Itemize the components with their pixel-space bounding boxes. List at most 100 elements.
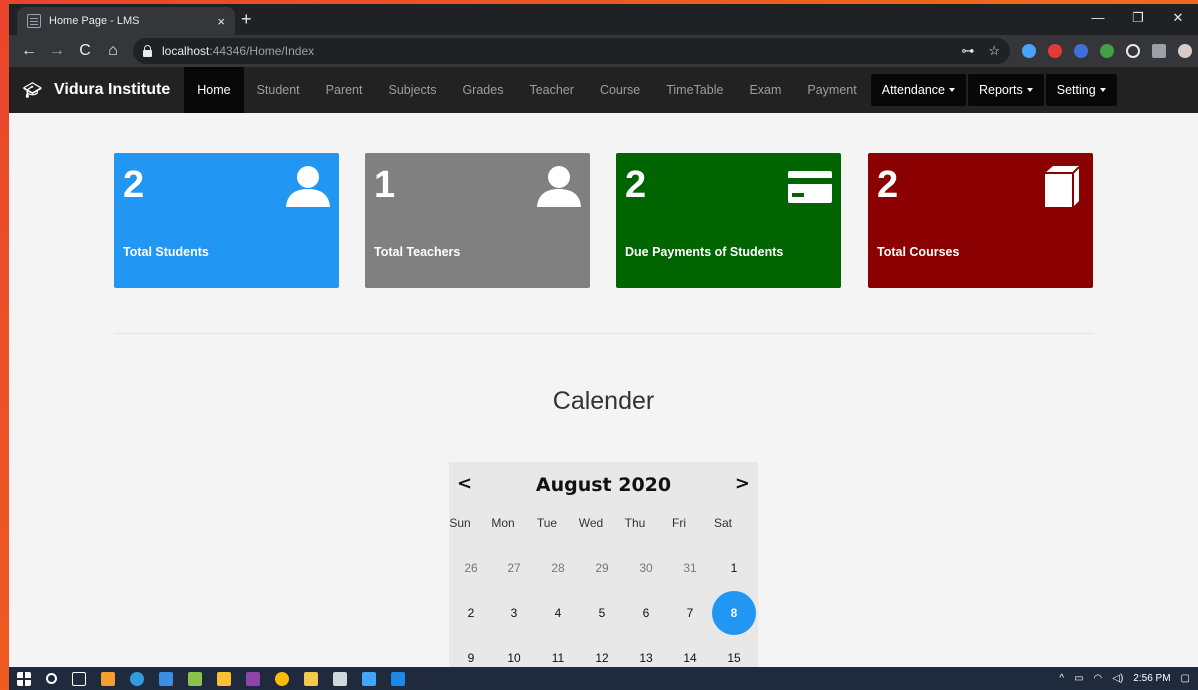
tab-title: Home Page - LMS	[49, 15, 140, 27]
nav-attendance-dropdown[interactable]: Attendance	[870, 74, 966, 106]
url-bar[interactable]: localhost:44346/Home/Index ⊶ ☆	[133, 38, 1010, 64]
minimize-button[interactable]: —	[1078, 4, 1118, 35]
calendar-day[interactable]: 28	[536, 561, 580, 575]
sticky-notes-icon[interactable]	[217, 671, 231, 686]
chevron-up-icon[interactable]: ^	[1059, 673, 1064, 684]
cloud-extension-icon[interactable]	[1022, 44, 1036, 58]
browser-tab[interactable]: Home Page - LMS ×	[17, 7, 235, 35]
nav-student[interactable]: Student	[244, 67, 313, 113]
windows-start-icon[interactable]	[17, 671, 31, 686]
calendar-header: < August 2020 >	[449, 462, 758, 508]
app-icon[interactable]	[391, 671, 405, 686]
adblock-extension-icon[interactable]	[1048, 44, 1062, 58]
calendar-day[interactable]: 14	[668, 651, 712, 665]
page-favicon-icon	[27, 14, 41, 28]
user-icon	[537, 166, 581, 207]
weekday-label: Fri	[672, 516, 686, 530]
calendar-day-today[interactable]: 8	[712, 591, 756, 635]
card-value: 1	[374, 164, 396, 206]
visual-studio-icon[interactable]	[246, 671, 260, 686]
calendar-title: Calender	[552, 387, 655, 415]
calendar-day[interactable]: 13	[624, 651, 668, 665]
close-window-button[interactable]: ✕	[1158, 4, 1198, 35]
total-students-card[interactable]: 2 Total Students	[114, 153, 339, 288]
restore-button[interactable]: ❐	[1118, 4, 1158, 35]
site-navbar: 🎓︎ Vidura Institute Home Student Parent …	[9, 67, 1198, 113]
url-path: :44346/Home/Index	[209, 44, 315, 58]
nav-course[interactable]: Course	[587, 67, 653, 113]
nav-parent[interactable]: Parent	[313, 67, 376, 113]
calendar-month: August 2020	[535, 474, 672, 496]
total-courses-card[interactable]: 2 Total Courses	[868, 153, 1093, 288]
card-label: Total Students	[123, 245, 209, 259]
reload-button[interactable]: C	[71, 42, 99, 60]
calendar-day[interactable]: 9	[449, 651, 493, 665]
calendar-day[interactable]: 30	[624, 561, 668, 575]
calendar-day[interactable]: 10	[492, 651, 536, 665]
shield-extension-icon[interactable]	[1074, 44, 1088, 58]
window-controls: — ❐ ✕	[1078, 4, 1198, 35]
search-icon[interactable]	[46, 673, 57, 684]
caret-down-icon	[948, 88, 955, 92]
nav-grades[interactable]: Grades	[449, 67, 516, 113]
weekday-label: Sun	[449, 516, 471, 530]
calendar-day[interactable]: 29	[580, 561, 624, 575]
nav-reports-dropdown[interactable]: Reports	[967, 74, 1044, 106]
app-icon[interactable]	[362, 671, 376, 686]
nav-payment[interactable]: Payment	[794, 67, 869, 113]
calendar-day[interactable]: 12	[580, 651, 624, 665]
notification-icon[interactable]: ▢	[1181, 673, 1190, 684]
user-icon	[286, 166, 330, 207]
calendar-day[interactable]: 6	[624, 606, 668, 620]
tab-strip: Home Page - LMS × + — ❐ ✕	[9, 4, 1198, 35]
calendar-day[interactable]: 15	[712, 651, 756, 665]
new-tab-button[interactable]: +	[241, 9, 252, 29]
key-icon[interactable]: ⊶	[961, 43, 974, 59]
bookmark-star-icon[interactable]: ☆	[988, 43, 1000, 59]
back-button[interactable]: ←	[15, 42, 43, 60]
store-icon[interactable]	[333, 671, 347, 686]
calendar-day[interactable]: 5	[580, 606, 624, 620]
nav-exam[interactable]: Exam	[736, 67, 794, 113]
battery-icon[interactable]: ▭	[1074, 673, 1083, 684]
profile-avatar[interactable]	[1178, 44, 1192, 58]
calendar-day[interactable]: 26	[449, 561, 493, 575]
nav-setting-dropdown[interactable]: Setting	[1045, 74, 1117, 106]
calendar-day[interactable]: 7	[668, 606, 712, 620]
brand[interactable]: 🎓︎ Vidura Institute	[23, 67, 184, 113]
calendar-day[interactable]: 3	[492, 606, 536, 620]
nav-timetable[interactable]: TimeTable	[653, 67, 736, 113]
due-payments-card[interactable]: 2 Due Payments of Students	[616, 153, 841, 288]
calendar-day[interactable]: 31	[668, 561, 712, 575]
card-label: Total Courses	[877, 245, 960, 259]
clock[interactable]: 2:56 PM	[1133, 673, 1170, 684]
calendar-day[interactable]: 27	[492, 561, 536, 575]
green-extension-icon[interactable]	[1100, 44, 1114, 58]
home-button[interactable]: ⌂	[99, 42, 127, 60]
divider	[114, 333, 1094, 334]
nav-home[interactable]: Home	[184, 67, 244, 113]
total-teachers-card[interactable]: 1 Total Teachers	[365, 153, 590, 288]
calendar-day[interactable]: 2	[449, 606, 493, 620]
nav-subjects[interactable]: Subjects	[376, 67, 450, 113]
next-month-button[interactable]: >	[735, 473, 750, 494]
file-explorer-icon[interactable]	[304, 671, 318, 686]
wifi-icon[interactable]: ◠	[1094, 673, 1103, 684]
mail-icon[interactable]	[159, 671, 173, 686]
forward-button[interactable]: →	[43, 42, 71, 60]
app-icon[interactable]	[188, 671, 202, 686]
tab-close-icon[interactable]: ×	[217, 14, 225, 29]
nav-teacher[interactable]: Teacher	[516, 67, 586, 113]
task-view-icon[interactable]	[72, 671, 86, 686]
history-extension-icon[interactable]	[1126, 44, 1140, 58]
chrome-icon[interactable]	[275, 671, 289, 686]
edge-icon[interactable]	[130, 671, 144, 686]
volume-icon[interactable]: ◁)	[1112, 673, 1123, 684]
puzzle-extension-icon[interactable]	[1152, 44, 1166, 58]
calendar-day[interactable]: 11	[536, 651, 580, 665]
app-icon[interactable]	[101, 671, 115, 686]
browser-window: Home Page - LMS × + — ❐ ✕ ← → C ⌂ localh…	[9, 4, 1198, 667]
calendar-day[interactable]: 4	[536, 606, 580, 620]
calendar-day[interactable]: 1	[712, 561, 756, 575]
caret-down-icon	[1026, 88, 1033, 92]
